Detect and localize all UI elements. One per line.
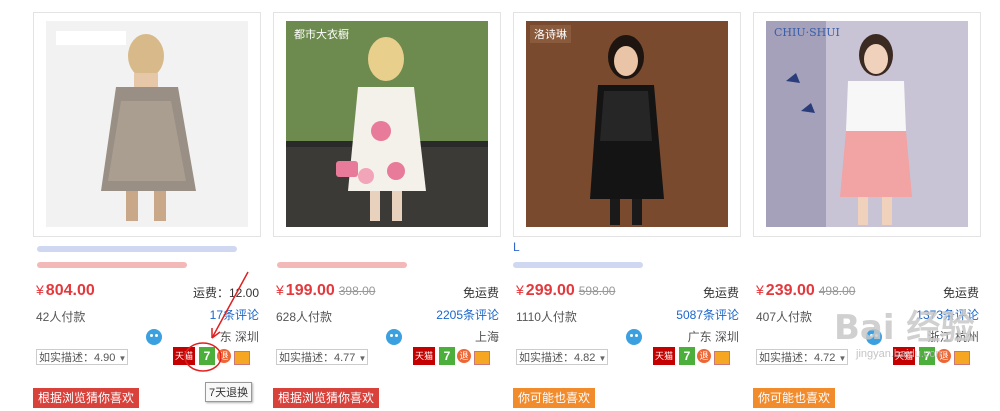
title-line <box>37 262 187 268</box>
location: 上海 <box>474 330 499 344</box>
price-value: 299.00 <box>525 282 575 299</box>
product-photo-graphic <box>766 21 968 227</box>
credit-card-icon[interactable] <box>714 351 730 365</box>
rating-label: 如实描述：4.82 <box>519 352 596 364</box>
product-title[interactable] <box>33 240 263 278</box>
price-value: 199.00 <box>285 282 335 299</box>
product-image-frame[interactable] <box>33 12 261 237</box>
product-image-frame[interactable]: CHIU·SHUI <box>753 12 981 237</box>
rating-dropdown[interactable]: 如实描述：4.82 ▼ <box>516 349 608 365</box>
rating-label: 如实描述：4.90 <box>39 352 116 364</box>
product-image-frame[interactable]: 洛诗琳 <box>513 12 741 237</box>
recommend-tag[interactable]: 你可能也喜欢 <box>753 388 836 408</box>
chat-icon[interactable] <box>385 328 403 346</box>
tooltip: 7天退换 <box>205 382 253 402</box>
product-photo[interactable] <box>46 21 248 227</box>
product-card[interactable]: 洛诗琳 L ¥299.00 598.00 免运费 1110人付款 5087条评论 … <box>513 12 743 411</box>
chevron-down-icon: ▼ <box>118 354 127 363</box>
product-photo[interactable]: 洛诗琳 <box>526 21 728 227</box>
rating-label: 如实描述：4.77 <box>279 352 356 364</box>
brand-label: CHIU·SHUI <box>774 26 840 39</box>
currency-symbol: ¥ <box>756 282 764 298</box>
tmall-icon[interactable]: 天猫 <box>653 347 675 365</box>
seven-day-return-icon[interactable]: 7 <box>199 347 215 365</box>
original-price: 498.00 <box>818 284 856 298</box>
credit-card-icon[interactable] <box>474 351 490 365</box>
product-photo[interactable]: CHIU·SHUI <box>766 21 968 227</box>
currency-symbol: ¥ <box>36 282 44 298</box>
original-price: 598.00 <box>578 284 616 298</box>
price: ¥239.00 498.00 <box>756 282 855 300</box>
location: 广东 深圳 <box>687 330 739 344</box>
review-count-link[interactable]: 17条评论 <box>210 306 259 323</box>
chevron-down-icon: ▼ <box>598 354 607 363</box>
return-icon[interactable]: 退 <box>457 349 471 363</box>
tmall-icon[interactable]: 天猫 <box>413 347 435 365</box>
product-photo[interactable]: 都市大衣橱 <box>286 21 488 227</box>
recommend-tag[interactable]: 你可能也喜欢 <box>513 388 596 408</box>
price-value: 804.00 <box>45 282 95 299</box>
title-line <box>277 262 407 268</box>
title-line <box>513 262 643 268</box>
brand-label: 洛诗琳 <box>530 25 571 43</box>
rating-label: 如实描述：4.72 <box>759 352 836 364</box>
product-photo-graphic <box>286 21 488 227</box>
currency-symbol: ¥ <box>276 282 284 298</box>
chat-icon[interactable] <box>625 328 643 346</box>
paid-count: 42人付款 <box>36 310 86 324</box>
paid-count: 407人付款 <box>756 310 813 324</box>
recommend-tag[interactable]: 根据浏览猜你喜欢 <box>273 388 380 408</box>
baidu-watermark: Bai 经验 jingyan.baidu.com <box>834 300 984 380</box>
review-count-link[interactable]: 5087条评论 <box>676 306 739 323</box>
seven-day-return-icon[interactable]: 7 <box>439 347 455 365</box>
shipping-fee: 免运费 <box>462 286 499 300</box>
rating-dropdown[interactable]: 如实描述：4.77 ▼ <box>276 349 368 365</box>
watermark-logo: Bai 经验 <box>834 308 975 348</box>
recommend-tag[interactable]: 根据浏览猜你喜欢 <box>33 388 140 408</box>
watermark-url: jingyan.baidu.com <box>856 348 945 360</box>
review-count-link[interactable]: 2205条评论 <box>436 306 499 323</box>
price: ¥199.00 398.00 <box>276 282 375 300</box>
return-icon[interactable]: 退 <box>697 349 711 363</box>
product-image-frame[interactable]: 都市大衣橱 <box>273 12 501 237</box>
tmall-icon[interactable]: 天猫 <box>173 347 195 365</box>
paid-count: 628人付款 <box>276 310 333 324</box>
chat-icon[interactable] <box>145 328 163 346</box>
product-title[interactable] <box>273 240 503 278</box>
rating-dropdown[interactable]: 如实描述：4.90 ▼ <box>36 349 128 365</box>
price: ¥804.00 <box>36 282 95 300</box>
chevron-down-icon: ▼ <box>358 354 367 363</box>
location: 东 深圳 <box>219 330 259 344</box>
return-icon[interactable]: 退 <box>217 349 231 363</box>
brand-label: 都市大衣橱 <box>294 28 349 41</box>
product-photo-graphic <box>46 21 248 227</box>
currency-symbol: ¥ <box>516 282 524 298</box>
shipping-fee: 运费：12.00 <box>192 286 259 300</box>
title-line <box>37 246 237 252</box>
paid-count: 1110人付款 <box>516 310 577 324</box>
shipping-fee: 免运费 <box>702 286 739 300</box>
shipping-fee: 免运费 <box>942 286 979 300</box>
price: ¥299.00 598.00 <box>516 282 615 300</box>
product-title[interactable] <box>753 240 983 278</box>
price-value: 239.00 <box>765 282 815 299</box>
seven-day-return-icon[interactable]: 7 <box>679 347 695 365</box>
credit-card-icon[interactable] <box>234 351 250 365</box>
product-card[interactable]: 都市大衣橱 ¥199.00 398.00 免运费 628人付款 2205条评论 上… <box>273 12 503 411</box>
product-photo-graphic <box>526 21 728 227</box>
original-price: 398.00 <box>338 284 376 298</box>
product-title[interactable] <box>513 240 743 278</box>
product-card[interactable]: ¥804.00 运费：12.00 42人付款 17条评论 东 深圳 如实描述：4… <box>33 12 263 411</box>
